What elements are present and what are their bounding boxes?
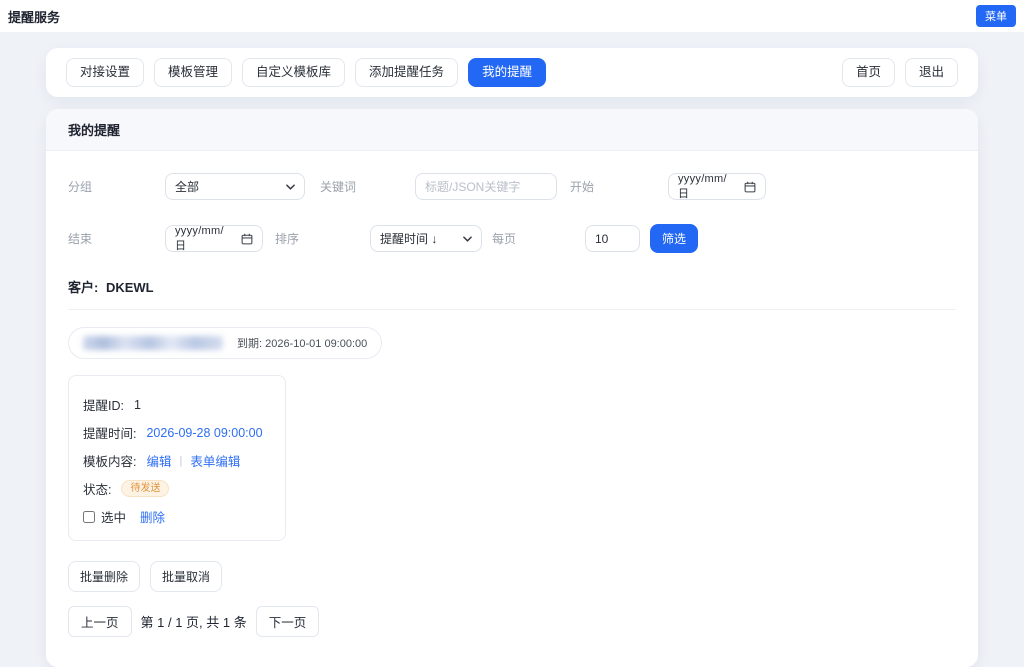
home-button[interactable]: 首页 [842, 58, 895, 87]
menu-button[interactable]: 菜单 [976, 5, 1016, 27]
status-label: 状态: [83, 479, 111, 498]
end-date-input[interactable]: yyyy/mm/日 [165, 225, 263, 252]
tab-connection-settings[interactable]: 对接设置 [66, 58, 144, 87]
reminder-id-label: 提醒ID: [83, 395, 124, 414]
per-page-label: 每页 [492, 230, 585, 247]
end-date-value: yyyy/mm/日 [175, 225, 235, 253]
start-date-input[interactable]: yyyy/mm/日 [668, 173, 766, 200]
start-date-value: yyyy/mm/日 [678, 173, 738, 201]
page-info: 第 1 / 1 页, 共 1 条 [141, 612, 247, 631]
batch-actions: 批量删除 批量取消 [68, 561, 956, 592]
nav-card: 对接设置 模板管理 自定义模板库 添加提醒任务 我的提醒 首页 退出 [46, 48, 978, 97]
filter-row-1: 分组 全部 关键词 开始 yyyy/mm/日 [68, 173, 956, 200]
reminder-id-row: 提醒ID: 1 [83, 395, 271, 414]
chevron-down-icon [463, 236, 472, 242]
due-label: 到期: [237, 338, 262, 350]
link-separator: | [180, 455, 183, 467]
calendar-icon[interactable] [241, 233, 253, 245]
sort-select[interactable]: 提醒时间 ↓ [370, 225, 482, 252]
end-date-label: 结束 [68, 230, 165, 247]
nav-tabs: 对接设置 模板管理 自定义模板库 添加提醒任务 我的提醒 [66, 58, 546, 87]
form-edit-link[interactable]: 表单编辑 [190, 451, 240, 470]
chevron-down-icon [286, 184, 295, 190]
select-checkbox[interactable] [83, 511, 95, 523]
nav-right-actions: 首页 退出 [842, 58, 958, 87]
filter-button[interactable]: 筛选 [650, 224, 698, 253]
page-content: 对接设置 模板管理 自定义模板库 添加提醒任务 我的提醒 首页 退出 我的提醒 … [0, 32, 1024, 667]
app-title: 提醒服务 [8, 7, 60, 26]
calendar-icon[interactable] [744, 181, 756, 193]
keyword-label: 关键词 [320, 178, 415, 195]
template-content-label: 模板内容: [83, 451, 136, 470]
divider [68, 309, 956, 310]
per-page-input[interactable] [585, 225, 640, 252]
panel-title: 我的提醒 [46, 109, 978, 151]
template-content-row: 模板内容: 编辑 | 表单编辑 [83, 451, 271, 470]
topbar: 提醒服务 菜单 [0, 0, 1024, 32]
batch-cancel-button[interactable]: 批量取消 [150, 561, 222, 592]
reminder-pill[interactable]: 到期: 2026-10-01 09:00:00 [68, 327, 382, 359]
reminder-card: 提醒ID: 1 提醒时间: 2026-09-28 09:00:00 模板内容: … [68, 375, 286, 541]
reminder-id-value: 1 [134, 398, 141, 412]
redacted-reminder-title [83, 336, 223, 350]
customer-name: DKEWL [106, 280, 154, 295]
select-label: 选中 [101, 507, 126, 526]
customer-heading: 客户: DKEWL [68, 277, 956, 296]
filter-row-2: 结束 yyyy/mm/日 排序 提醒时间 ↓ 每页 筛选 [68, 224, 956, 253]
next-page-button[interactable]: 下一页 [256, 606, 320, 637]
reminder-time-value[interactable]: 2026-09-28 09:00:00 [146, 426, 262, 440]
due-value: 2026-10-01 09:00:00 [265, 338, 367, 350]
group-select[interactable]: 全部 [165, 173, 305, 200]
group-select-value: 全部 [175, 178, 199, 195]
tab-my-reminders[interactable]: 我的提醒 [468, 58, 546, 87]
status-badge: 待发送 [121, 480, 169, 497]
group-label: 分组 [68, 178, 165, 195]
tab-template-management[interactable]: 模板管理 [154, 58, 232, 87]
customer-label: 客户: [68, 280, 98, 295]
keyword-input[interactable] [415, 173, 557, 200]
reminder-time-row: 提醒时间: 2026-09-28 09:00:00 [83, 423, 271, 442]
tab-add-reminder-task[interactable]: 添加提醒任务 [355, 58, 458, 87]
batch-delete-button[interactable]: 批量删除 [68, 561, 140, 592]
edit-link[interactable]: 编辑 [146, 451, 171, 470]
logout-button[interactable]: 退出 [905, 58, 958, 87]
sort-label: 排序 [275, 230, 370, 247]
status-row: 状态: 待发送 [83, 479, 271, 498]
reminder-time-label: 提醒时间: [83, 423, 136, 442]
pagination: 上一页 第 1 / 1 页, 共 1 条 下一页 [68, 606, 956, 637]
delete-link[interactable]: 删除 [140, 507, 165, 526]
prev-page-button[interactable]: 上一页 [68, 606, 132, 637]
tab-custom-template-library[interactable]: 自定义模板库 [242, 58, 345, 87]
due-text: 到期: 2026-10-01 09:00:00 [237, 335, 367, 351]
start-date-label: 开始 [570, 178, 668, 195]
my-reminders-panel: 我的提醒 分组 全部 关键词 开始 yyyy/mm/日 结束 [46, 109, 978, 667]
select-row: 选中 删除 [83, 507, 271, 526]
sort-select-value: 提醒时间 ↓ [380, 230, 437, 247]
